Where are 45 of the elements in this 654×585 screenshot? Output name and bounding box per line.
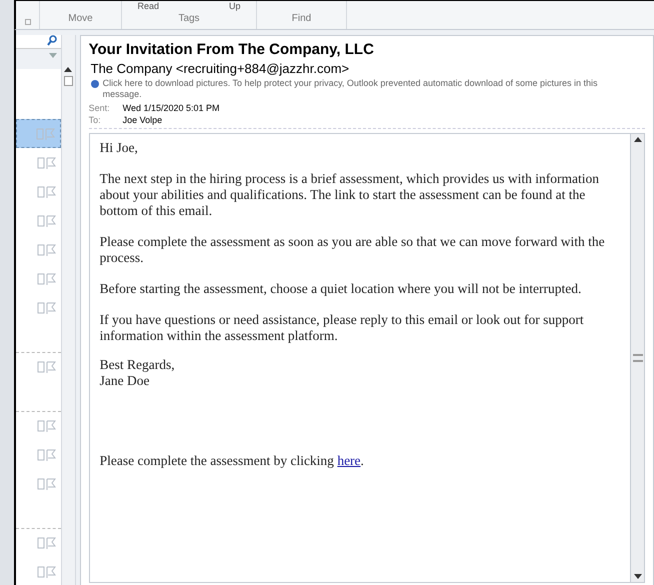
- body-paragraph: Please complete the assessment as soon as you are able so that we can move forward with the process.: [100, 234, 606, 266]
- field-label: To:: [88, 114, 102, 126]
- message-row[interactable]: [16, 119, 61, 148]
- flag-icon[interactable]: [36, 361, 57, 373]
- scroll-down-icon[interactable]: [634, 574, 642, 579]
- field-value: Joe Volpe: [122, 114, 162, 126]
- closing-paragraph: Please complete the assessment by clicking here.: [100, 453, 365, 469]
- signature-line: Jane Doe: [100, 373, 150, 389]
- follow-up-button[interactable]: Up: [229, 1, 241, 11]
- list-scrollbar[interactable]: [62, 35, 76, 585]
- group-label: Move: [68, 12, 93, 26]
- flag-icon[interactable]: [36, 186, 57, 198]
- flag-icon[interactable]: [36, 302, 57, 314]
- sender: The Company <recruiting+884@jazzhr.com>: [90, 60, 350, 78]
- body-paragraph: If you have questions or need assistance, please reply to this email or look out for support information within the assessment platform.: [100, 312, 585, 344]
- body-scrollbar[interactable]: [630, 134, 644, 582]
- body-paragraph: Before starting the assessment, choose a quiet location where you will not be interrupted.: [100, 281, 582, 297]
- group-label: Find: [292, 12, 312, 26]
- signature-line: Best Regards,: [100, 357, 176, 373]
- group-label: Tags: [178, 12, 200, 26]
- flag-icon[interactable]: [36, 244, 57, 256]
- read-button[interactable]: Read: [137, 1, 159, 11]
- flag-icon[interactable]: [36, 537, 57, 549]
- scroll-thumb[interactable]: [632, 354, 642, 362]
- info-icon: [90, 80, 99, 88]
- flag-icon[interactable]: [36, 214, 57, 226]
- body-paragraph: Hi Joe,: [100, 140, 139, 156]
- scroll-thumb[interactable]: [64, 76, 73, 86]
- dropdown-icon[interactable]: [48, 53, 57, 58]
- flag-icon[interactable]: [36, 272, 57, 284]
- search-icon[interactable]: [46, 35, 57, 46]
- email-subject: Your Invitation From The Company, LLC: [88, 40, 375, 60]
- scroll-up-icon[interactable]: [634, 137, 642, 142]
- flag-icon[interactable]: [36, 566, 57, 578]
- field-value: Wed 1/15/2020 5:01 PM: [122, 102, 220, 114]
- field-label: Sent:: [88, 102, 111, 114]
- here-link[interactable]: here: [337, 453, 361, 468]
- body-paragraph: The next step in the hiring process is a brief assessment, which provides us with information about your abilities and qualifications. The link to start the assessment can be found at the bottom of this email.: [100, 171, 600, 219]
- flag-icon[interactable]: [36, 156, 57, 168]
- flag-icon[interactable]: [36, 420, 57, 432]
- flag-icon[interactable]: [36, 448, 57, 460]
- dialog-launcher-icon[interactable]: [24, 19, 30, 25]
- flag-icon[interactable]: [36, 128, 56, 140]
- flag-icon[interactable]: [36, 478, 57, 490]
- info-bar[interactable]: Click here to download pictures. To help protect your privacy, Outlook prevented automatic download of some pictures in this message.: [102, 78, 645, 100]
